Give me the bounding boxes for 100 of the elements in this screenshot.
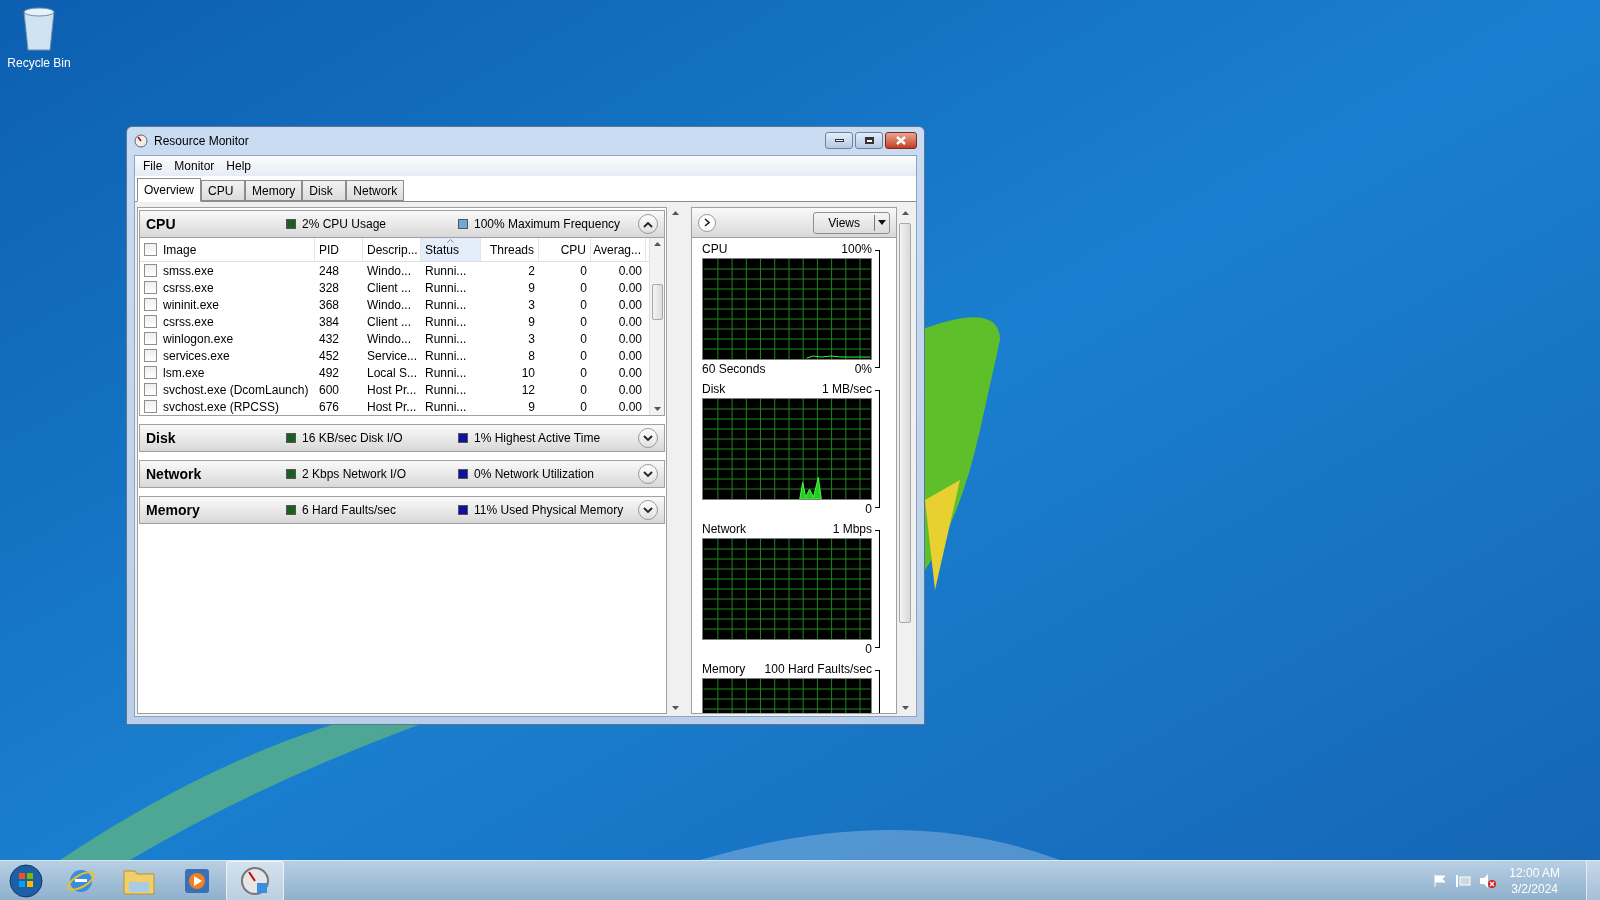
collapse-button[interactable] [638,428,658,448]
minimize-button[interactable] [825,132,853,149]
section-header[interactable]: Network 2 Kbps Network I/O 0% Network Utilization [139,460,665,488]
table-cell-text: Host Pr... [367,398,417,415]
scroll-thumb[interactable] [651,284,663,320]
scroll-up-icon[interactable] [653,242,661,246]
metric-label: 6 Hard Faults/sec [302,502,397,519]
views-button[interactable]: Views [813,211,890,234]
table-cell-text: 0.00 [618,279,642,297]
metric-label: 2 Kbps Network I/O [302,466,407,483]
scroll-down-icon[interactable] [901,706,909,710]
menu-item[interactable]: Help [222,157,256,175]
tab[interactable]: Overview [137,178,201,202]
checkbox[interactable] [144,298,157,311]
scroll-thumb[interactable] [899,223,911,623]
table-cell-text: 2 [528,262,535,280]
close-icon [896,136,906,145]
table-cell-text: 9 [528,313,535,331]
close-button[interactable] [885,132,917,149]
table-cell-text: Windo... [367,330,411,348]
metric-label: 16 KB/sec Disk I/O [302,430,403,447]
metric-label: 100% Maximum Frequency [474,216,621,233]
menu-item[interactable]: Monitor [170,157,219,175]
column-header[interactable]: Averag... [591,238,646,261]
column-header[interactable]: Status [421,238,481,261]
checkbox[interactable] [144,315,157,328]
caret-down-icon [878,220,886,225]
maximize-button[interactable] [855,132,883,149]
resource-monitor-button[interactable] [226,860,284,900]
table-cell-text: Windo... [367,296,411,314]
table-cell-text: 0.00 [618,347,642,365]
table-cell-text: 0 [580,296,587,314]
scroll-down-icon[interactable] [653,407,661,411]
table-cell-text: Runni... [425,262,467,280]
section-title: CPU [146,214,177,234]
checkbox[interactable] [144,366,157,379]
table-cell-text: Runni... [425,381,467,399]
graph-title: Disk [702,381,726,398]
graph-max-label: 1 Mbps [832,521,872,538]
table-cell-text: 0.00 [618,296,642,314]
scroll-up-icon[interactable] [671,211,679,215]
table-cell-text: Runni... [425,279,467,297]
table-cell-text: 0 [580,313,587,331]
table-cell-text: 0 [580,330,587,348]
table-cell-text: Service... [367,347,417,365]
windows-logo-icon [9,863,43,898]
section-title: Memory [146,500,201,520]
table-cell-text: 368 [319,296,340,314]
table-cell-text: 0 [580,398,587,415]
menu-item[interactable]: File [139,157,167,175]
metric-label: 11% Used Physical Memory [474,502,624,519]
desktop-icon[interactable]: Recycle Bin [4,6,74,72]
tab[interactable]: CPU [201,180,245,201]
table-cell-text: 0.00 [618,313,642,331]
checkbox[interactable] [144,281,157,294]
table-cell-text: svchost.exe (DcomLaunch) [163,381,309,399]
collapse-button[interactable] [638,214,658,234]
expand-button[interactable] [698,213,716,232]
section-header[interactable]: Memory 6 Hard Faults/sec 11% Used Physical Memory [139,496,665,524]
table-cell-text: 3 [528,296,535,314]
scrollbar[interactable] [649,238,664,415]
metric-label: 1% Highest Active Time [474,430,601,447]
checkbox[interactable] [144,243,157,256]
chevron-up-icon [643,220,653,228]
tab[interactable]: Memory [245,180,303,201]
table-cell-text: Runni... [425,398,467,415]
sort-up-icon [447,239,454,243]
speaker-muted-icon [1479,872,1498,889]
table-cell-text: 0.00 [618,381,642,399]
checkbox[interactable] [144,264,157,277]
chevron-right-icon [704,218,710,227]
table-cell-text: 0 [580,364,587,382]
checkbox[interactable] [144,383,157,396]
table-cell-text: 0.00 [618,262,642,280]
collapse-button[interactable] [638,500,658,520]
scroll-up-icon[interactable] [901,211,909,215]
collapse-button[interactable] [638,464,658,484]
checkbox[interactable] [144,400,157,413]
table-cell-text: Client ... [367,279,411,297]
table-cell-text: Runni... [425,330,467,348]
network-icon [1455,873,1472,888]
checkbox[interactable] [144,349,157,362]
gauge-icon [240,865,270,896]
table-cell-text: 600 [319,381,340,399]
table-cell-text: 452 [319,347,340,365]
tab[interactable]: Disk [302,180,347,201]
checkbox[interactable] [144,332,157,345]
section-header[interactable]: Disk 16 KB/sec Disk I/O 1% Highest Active Time [139,424,665,452]
section-header[interactable]: CPU 2% CPU Usage 100% Maximum Frequency [139,210,665,238]
chevron-down-icon [643,434,653,442]
chevron-down-icon [643,470,653,478]
table-cell-text: 10 [521,364,535,382]
graph-max-label: 100 Hard Faults/sec [764,661,872,678]
tab[interactable]: Network [346,180,405,201]
desktop-icon-label: Recycle Bin [7,55,71,72]
scroll-down-icon[interactable] [671,706,679,710]
table-cell-text: smss.exe [163,262,214,280]
table-cell-text: wininit.exe [163,296,220,314]
table-cell-text: 3 [528,330,535,348]
metric-label: 2% CPU Usage [302,216,387,233]
